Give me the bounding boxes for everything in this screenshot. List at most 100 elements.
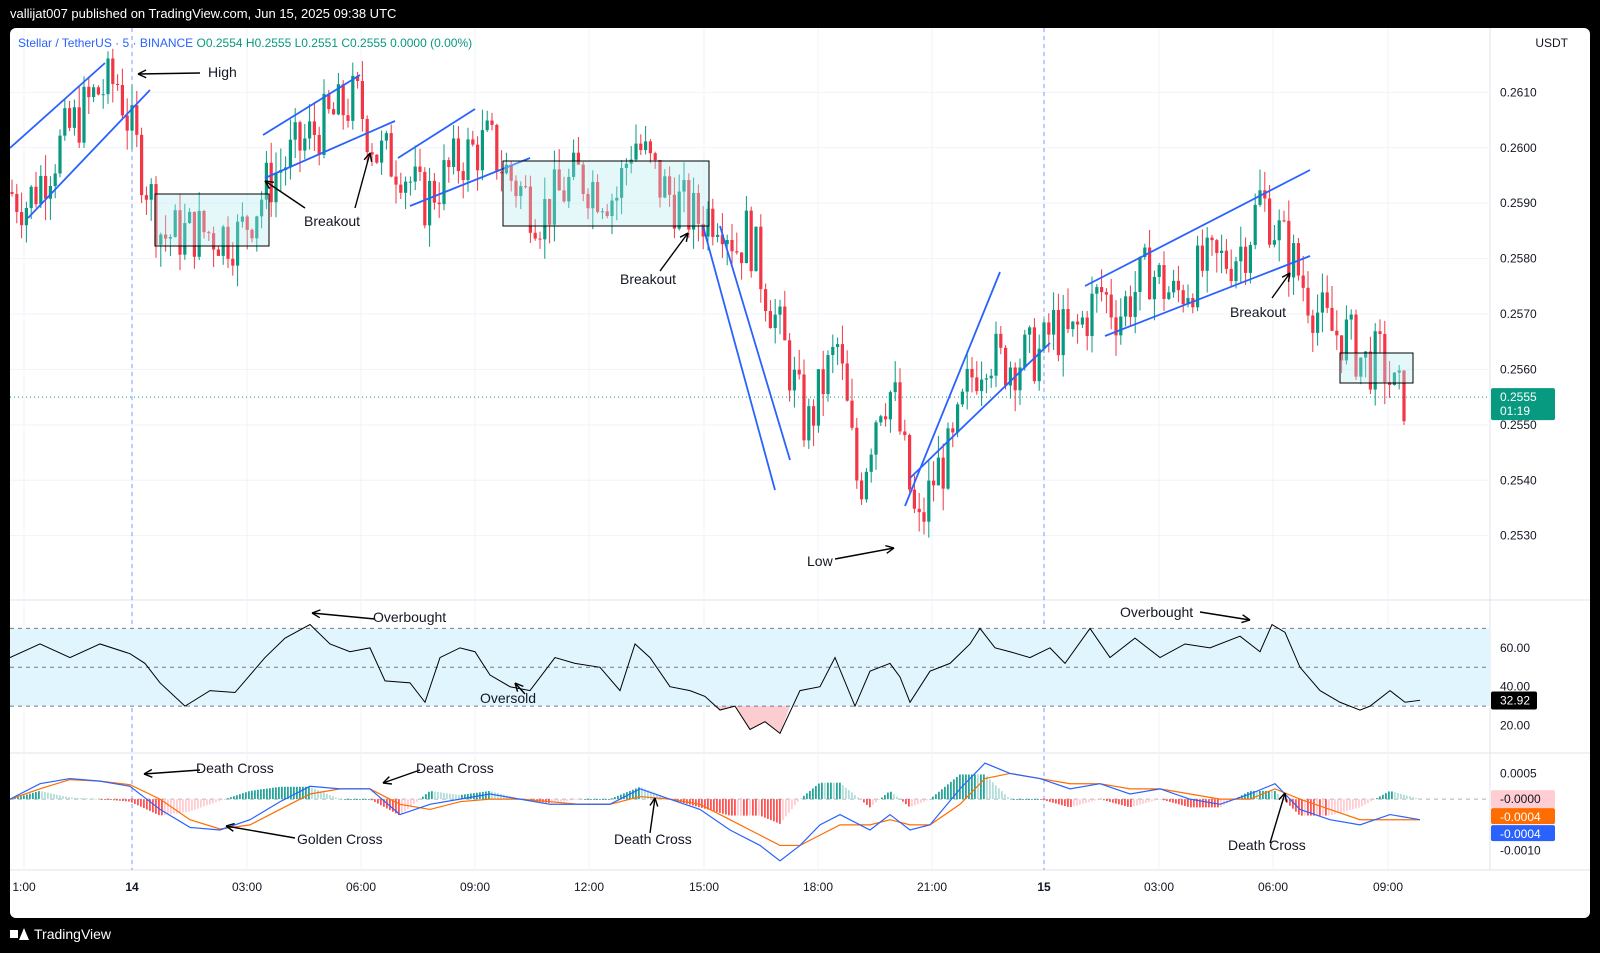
candle-body xyxy=(778,306,782,315)
macd-histogram-bar xyxy=(341,799,343,800)
macd-histogram-bar xyxy=(830,782,832,800)
macd-histogram-bar xyxy=(1400,793,1402,800)
candle-body xyxy=(413,166,417,182)
macd-histogram-bar xyxy=(596,799,598,800)
macd-histogram-bar xyxy=(458,794,460,800)
macd-histogram-bar xyxy=(284,786,286,800)
price-tick-label: 0.2530 xyxy=(1500,529,1537,543)
macd-histogram-bar xyxy=(581,799,583,800)
candle-body xyxy=(490,120,494,125)
candle-body xyxy=(1162,265,1166,299)
symbol-name[interactable]: Stellar / TetherUS · 5 · BINANCE xyxy=(18,36,193,50)
candle-body xyxy=(1095,287,1099,294)
macd-histogram-bar xyxy=(365,799,367,800)
candle-body xyxy=(63,108,67,136)
candle xyxy=(538,231,542,249)
macd-histogram-bar xyxy=(701,799,703,808)
candle xyxy=(447,157,451,183)
chart-frame: vallijat007 published on TradingView.com… xyxy=(0,0,1600,953)
macd-histogram-bar xyxy=(854,795,856,800)
candle-body xyxy=(442,160,446,205)
macd-histogram-bar xyxy=(1004,794,1006,800)
macd-histogram-bar xyxy=(758,799,760,816)
macd-histogram-bar xyxy=(917,799,919,805)
macd-histogram-bar xyxy=(1010,799,1012,800)
candle-body xyxy=(92,87,96,98)
candle-body xyxy=(802,374,806,441)
candle-body xyxy=(1032,327,1036,382)
macd-histogram-bar xyxy=(50,793,52,800)
candle xyxy=(1215,238,1219,273)
macd-histogram-bar xyxy=(818,783,820,800)
candle xyxy=(303,124,307,160)
candle-body xyxy=(634,143,638,160)
candle-body xyxy=(749,210,753,272)
candle xyxy=(1172,269,1176,298)
time-tick-label: 12:00 xyxy=(574,880,604,894)
macd-histogram-bar xyxy=(134,799,136,804)
candle-body xyxy=(308,121,312,139)
macd-histogram-bar xyxy=(827,782,829,800)
macd-hist-value: -0.0000 xyxy=(1500,792,1541,806)
rsi-tick-label: 60.00 xyxy=(1500,641,1530,655)
candle xyxy=(312,101,316,151)
candle-body xyxy=(53,173,57,187)
macd-histogram-bar xyxy=(569,799,571,801)
macd-histogram-bar xyxy=(101,799,103,800)
macd-histogram-bar xyxy=(842,785,844,800)
candle xyxy=(1143,243,1147,260)
candle xyxy=(941,443,945,511)
macd-histogram-bar xyxy=(800,798,802,800)
macd-histogram-bar xyxy=(422,796,424,800)
currency-label[interactable]: USDT xyxy=(1535,36,1568,50)
trendline xyxy=(904,271,1001,507)
macd-histogram-bar xyxy=(1355,799,1357,809)
candle-body xyxy=(855,427,859,481)
candle xyxy=(437,182,441,218)
candle xyxy=(980,361,984,406)
macd-histogram-bar xyxy=(332,796,334,800)
macd-histogram-bar xyxy=(146,799,148,810)
macd-histogram-bar xyxy=(35,792,37,800)
macd-histogram-bar xyxy=(44,792,46,800)
candle xyxy=(423,167,427,229)
brand-footer[interactable]: TradingView xyxy=(10,926,111,942)
annotation-label: Oversold xyxy=(480,690,536,706)
candle xyxy=(442,144,446,211)
candle-body xyxy=(77,107,81,143)
candle-body xyxy=(466,139,470,181)
candle xyxy=(749,206,753,278)
macd-histogram-bar xyxy=(947,784,949,800)
candle-body xyxy=(404,181,408,193)
candle xyxy=(1018,358,1022,405)
candle xyxy=(1320,273,1324,333)
chart-panel[interactable]: Stellar / TetherUS · 5 · BINANCE O0.2554… xyxy=(10,28,1590,918)
candle xyxy=(1330,285,1334,332)
candle xyxy=(936,435,940,486)
macd-histogram-bar xyxy=(272,787,274,800)
candle-body xyxy=(96,87,100,95)
candle xyxy=(903,419,907,441)
macd-histogram-bar xyxy=(1079,799,1081,805)
macd-histogram-bar xyxy=(920,799,922,803)
time-tick-label: 09:00 xyxy=(1373,880,1403,894)
macd-histogram-bar xyxy=(959,774,961,800)
candle-body xyxy=(341,84,345,116)
macd-histogram-bar xyxy=(1247,792,1249,800)
macd-histogram-bar xyxy=(869,799,871,808)
macd-histogram-bar xyxy=(269,788,271,800)
macd-histogram-bar xyxy=(1403,794,1405,800)
macd-tick-label: -0.0010 xyxy=(1500,844,1541,858)
macd-histogram-bar xyxy=(833,782,835,800)
candle xyxy=(356,71,360,89)
candle xyxy=(298,120,302,173)
annotation-arrow xyxy=(1271,272,1291,299)
macd-histogram-bar xyxy=(425,794,427,800)
candle xyxy=(1162,251,1166,312)
candle-body xyxy=(1124,296,1128,317)
macd-histogram-bar xyxy=(896,796,898,800)
macd-histogram-bar xyxy=(941,789,943,800)
macd-histogram-bar xyxy=(1316,799,1318,816)
chart-svg[interactable]: 0.2610 0.2600 0.2590 0.2580 0.2570 0.2560 0.25… xyxy=(10,28,1590,918)
candle-body xyxy=(312,121,316,135)
